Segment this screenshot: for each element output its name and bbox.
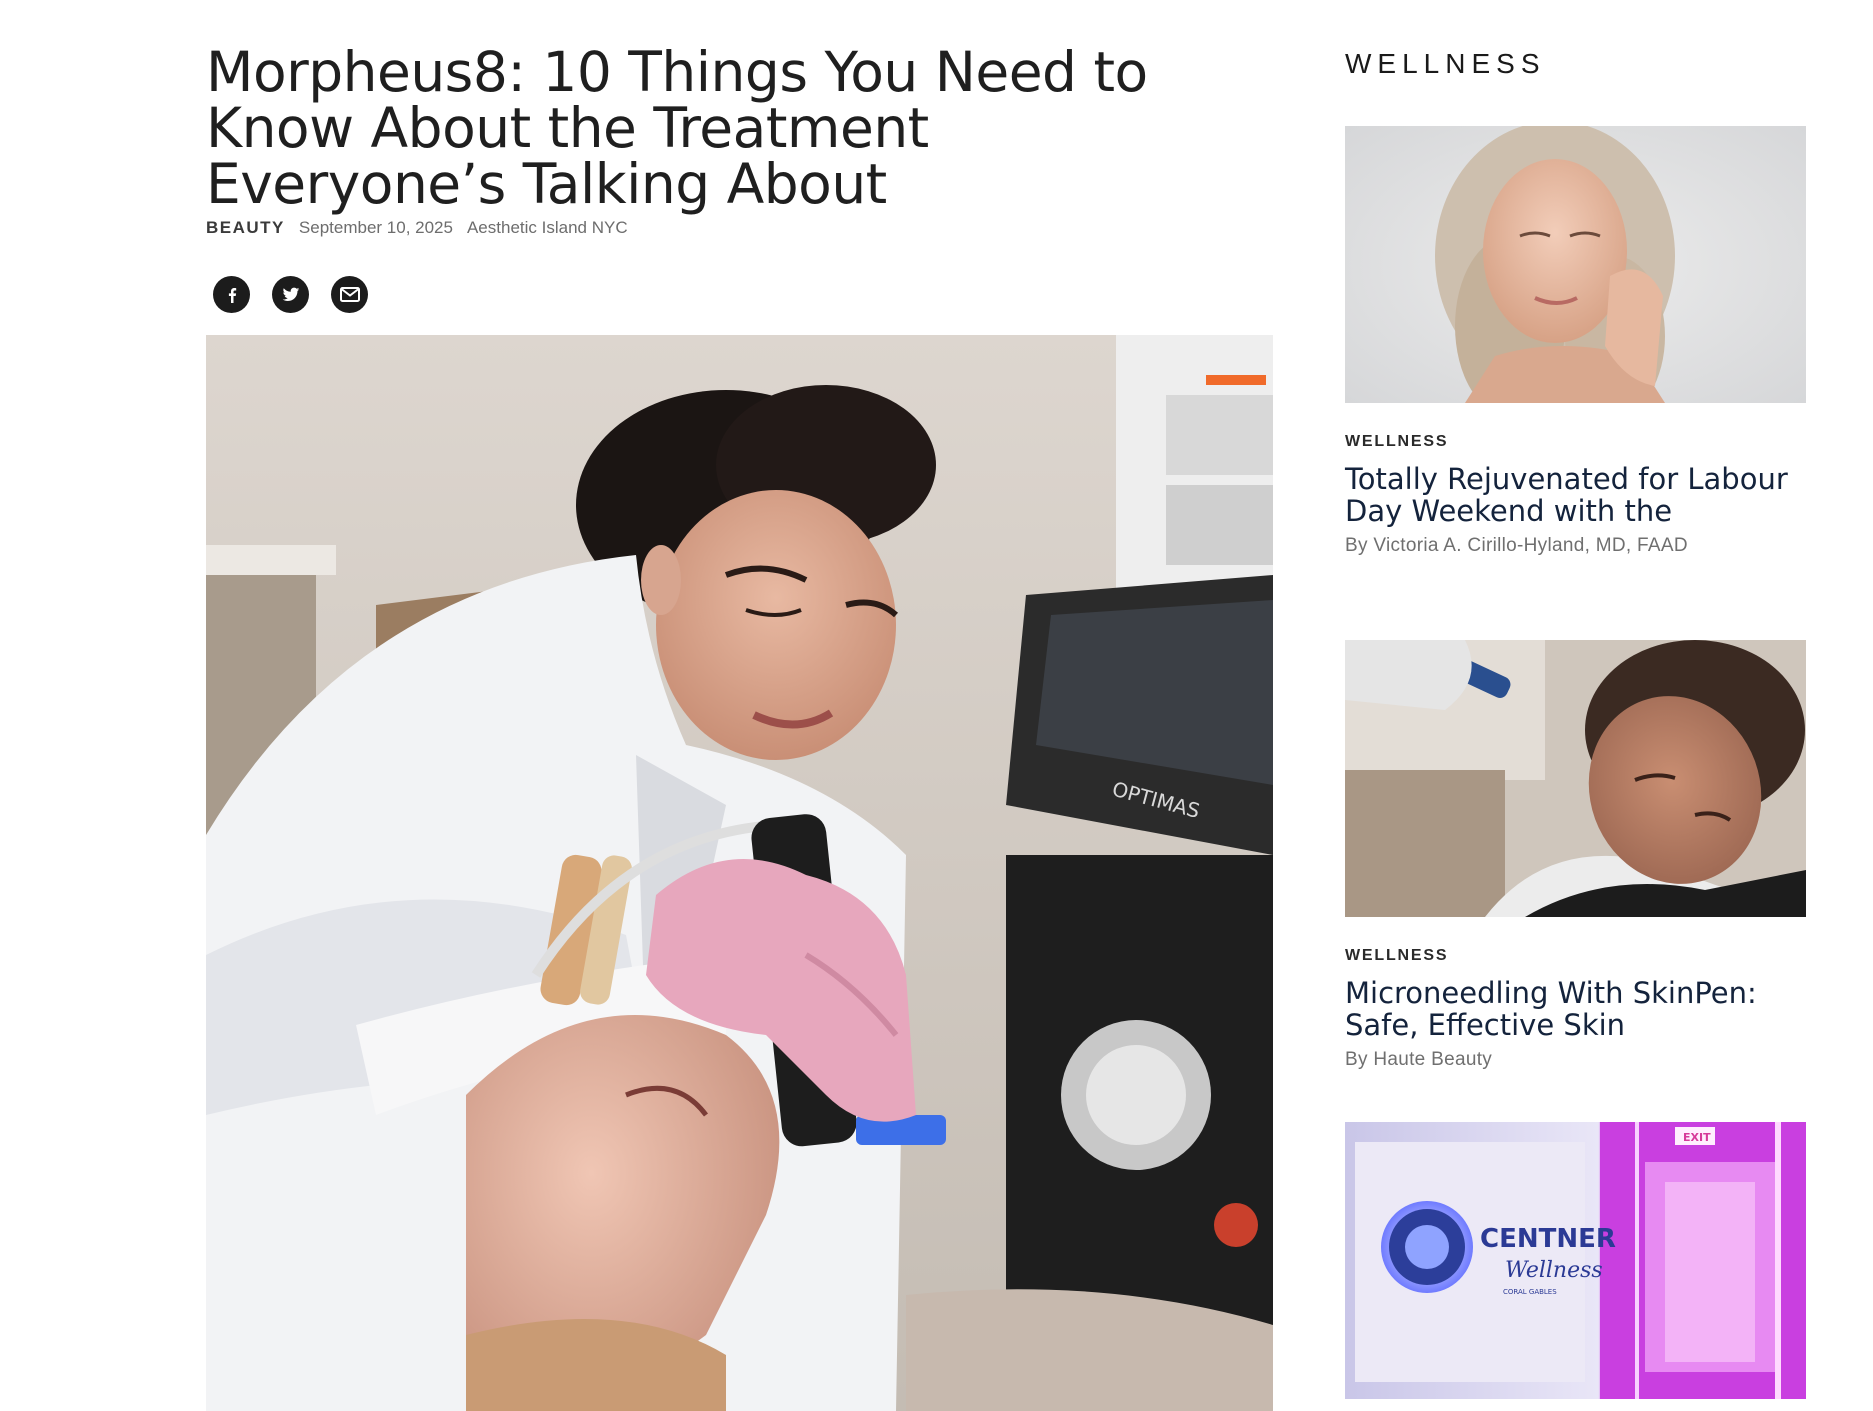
- article-category-link[interactable]: BEAUTY: [206, 218, 285, 238]
- share-bar: [206, 276, 1273, 313]
- wellness-logo-text: Wellness: [1505, 1258, 1603, 1283]
- article-hero-image: OPTIMAS: [206, 335, 1273, 1411]
- email-share-button[interactable]: [331, 276, 368, 313]
- coral-gables-text: CORAL GABLES: [1503, 1288, 1557, 1296]
- twitter-icon: [282, 287, 299, 301]
- email-icon: [339, 287, 360, 302]
- article: Morpheus8: 10 Things You Need to Know Ab…: [206, 44, 1273, 1411]
- sidebar-card: CENTNER Wellness CORAL GABLES EXIT: [1345, 1122, 1806, 1399]
- card-thumbnail[interactable]: [1345, 640, 1806, 917]
- card-category-link[interactable]: WELLNESS: [1345, 433, 1806, 451]
- facebook-icon: [228, 287, 236, 303]
- twitter-share-button[interactable]: [272, 276, 309, 313]
- sidebar: WELLNESS WELLNESS Totally Rejuvenated fo…: [1345, 48, 1806, 1399]
- facebook-share-button[interactable]: [213, 276, 250, 313]
- sidebar-card: WELLNESS Microneedling With SkinPen: Saf…: [1345, 640, 1806, 1071]
- article-date: September 10, 2025: [298, 218, 453, 237]
- centner-logo-text: CENTNER: [1480, 1224, 1616, 1254]
- card-thumbnail[interactable]: [1345, 126, 1806, 403]
- article-title: Morpheus8: 10 Things You Need to Know Ab…: [206, 40, 1148, 216]
- card-title-link[interactable]: Microneedling With SkinPen: Safe, Effect…: [1345, 977, 1806, 1041]
- card-byline: By Haute Beauty: [1345, 1049, 1493, 1070]
- card-title-link[interactable]: Totally Rejuvenated for Labour Day Weeke…: [1345, 463, 1806, 527]
- sidebar-card: WELLNESS Totally Rejuvenated for Labour …: [1345, 126, 1806, 557]
- article-author-link[interactable]: Aesthetic Island NYC: [467, 218, 628, 238]
- card-category-link[interactable]: WELLNESS: [1345, 947, 1806, 965]
- exit-sign-text: EXIT: [1683, 1131, 1711, 1144]
- card-thumbnail[interactable]: CENTNER Wellness CORAL GABLES EXIT: [1345, 1122, 1806, 1399]
- article-meta: BEAUTY September 10, 2025 Aesthetic Isla…: [206, 218, 1273, 238]
- card-byline: By Victoria A. Cirillo-Hyland, MD, FAAD: [1345, 535, 1688, 556]
- sidebar-heading: WELLNESS: [1345, 48, 1546, 79]
